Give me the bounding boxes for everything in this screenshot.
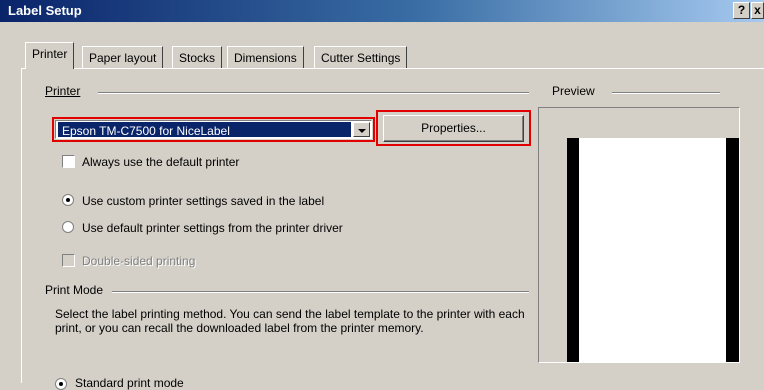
always-default-label: Always use the default printer	[82, 155, 240, 169]
driver-settings-label: Use default printer settings from the pr…	[82, 221, 343, 235]
title-bar: Label Setup ? x	[0, 0, 764, 22]
print-mode-divider	[112, 291, 529, 293]
tab-printer[interactable]: Printer	[25, 42, 75, 69]
help-button[interactable]: ?	[733, 2, 750, 19]
custom-settings-radio[interactable]	[62, 194, 74, 206]
printer-group-divider	[98, 92, 529, 94]
double-sided-label: Double-sided printing	[82, 254, 196, 268]
preview-label-surface	[579, 138, 726, 362]
preview-label: Preview	[552, 84, 599, 98]
chevron-down-icon[interactable]	[353, 122, 370, 137]
always-default-checkbox[interactable]	[62, 155, 75, 168]
printer-group-label: Printer	[45, 84, 85, 98]
double-sided-checkbox[interactable]	[62, 254, 75, 267]
standard-mode-radio[interactable]	[55, 378, 67, 390]
custom-settings-label: Use custom printer settings saved in the…	[82, 194, 325, 208]
preview-divider	[612, 92, 720, 94]
tab-cutter-settings[interactable]: Cutter Settings	[314, 46, 408, 68]
print-mode-description: Select the label printing method. You ca…	[55, 307, 525, 335]
tab-paper-layout[interactable]: Paper layout	[82, 46, 164, 68]
tab-dimensions[interactable]: Dimensions	[227, 46, 304, 68]
properties-button[interactable]: Properties...	[383, 115, 524, 142]
preview-page	[567, 138, 739, 362]
driver-settings-radio[interactable]	[62, 221, 74, 233]
close-button[interactable]: x	[751, 2, 764, 19]
printer-select-value: Epson TM-C7500 for NiceLabel	[58, 122, 351, 137]
window-title: Label Setup	[8, 3, 82, 18]
print-mode-label: Print Mode	[45, 283, 108, 297]
standard-mode-label: Standard print mode	[75, 376, 184, 390]
tab-stocks[interactable]: Stocks	[172, 46, 223, 68]
preview-area	[538, 107, 740, 363]
printer-group-label-text: Printer	[45, 84, 81, 98]
printer-select[interactable]: Epson TM-C7500 for NiceLabel	[52, 117, 375, 142]
